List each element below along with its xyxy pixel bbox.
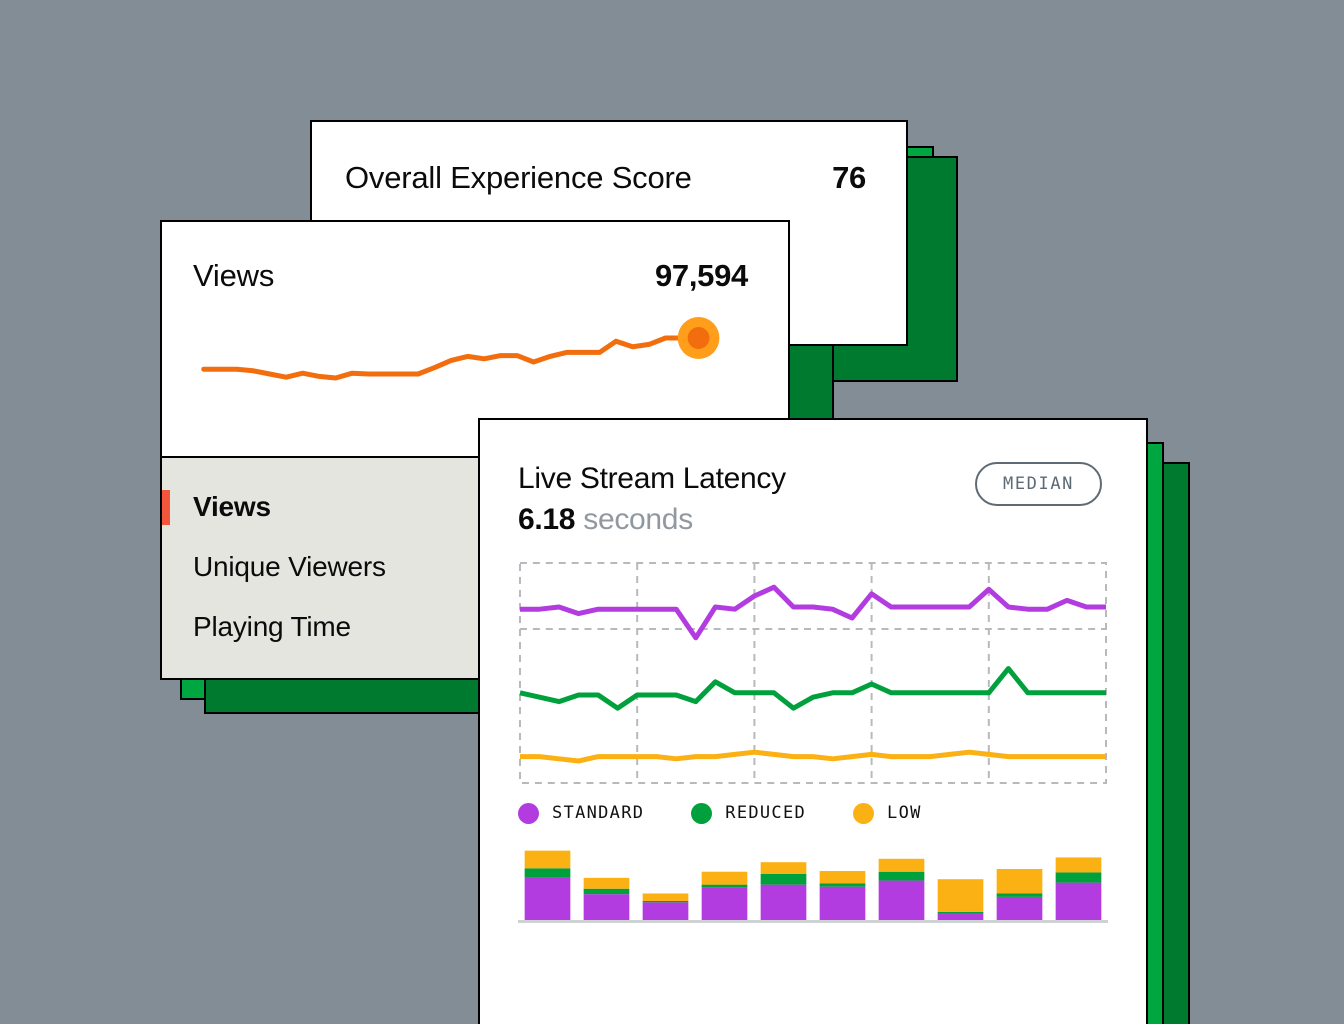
latency-stacked-bar-svg — [518, 850, 1108, 926]
latency-title: Live Stream Latency — [518, 462, 786, 496]
menu-item-label: Views — [193, 491, 271, 523]
legend-label-standard: STANDARD — [552, 803, 644, 823]
score-row: Overall Experience Score 76 — [312, 122, 906, 196]
views-value: 97,594 — [655, 258, 748, 294]
views-header: Views 97,594 — [162, 222, 788, 294]
canvas: Overall Experience Score 76 Views 97,594… — [0, 0, 1344, 1024]
legend-dot-standard — [518, 803, 539, 824]
menu-item-label: Unique Viewers — [193, 551, 386, 583]
legend-item-standard[interactable]: STANDARD — [518, 803, 644, 824]
page-title: Overall Experience Score — [345, 160, 692, 196]
latency-unit: seconds — [583, 503, 693, 536]
views-title: Views — [193, 258, 274, 294]
latency-card-shadow-dark — [1162, 462, 1190, 1024]
legend-dot-reduced — [691, 803, 712, 824]
median-toggle-button[interactable]: MEDIAN — [975, 462, 1102, 506]
selection-indicator — [162, 490, 170, 525]
latency-header: Live Stream Latency 6.18 seconds MEDIAN — [480, 420, 1146, 537]
legend-label-reduced: REDUCED — [725, 803, 806, 823]
latency-value-row: 6.18 seconds — [518, 503, 786, 537]
legend-item-reduced[interactable]: REDUCED — [691, 803, 806, 824]
latency-line-chart — [518, 559, 1108, 787]
views-sparkline-chart — [162, 300, 788, 420]
legend-dot-low — [853, 803, 874, 824]
chart-legend: STANDARD REDUCED LOW — [518, 803, 1146, 824]
menu-item-label: Playing Time — [193, 611, 351, 643]
latency-stacked-bar-chart — [518, 850, 1108, 926]
views-sparkline-svg — [162, 300, 788, 420]
live-stream-latency-card[interactable]: Live Stream Latency 6.18 seconds MEDIAN … — [478, 418, 1148, 1024]
legend-label-low: LOW — [887, 803, 922, 823]
latency-heading-block: Live Stream Latency 6.18 seconds — [518, 462, 786, 537]
score-value: 76 — [832, 160, 866, 196]
legend-item-low[interactable]: LOW — [853, 803, 922, 824]
latency-value: 6.18 — [518, 503, 575, 536]
latency-line-svg — [518, 559, 1108, 787]
